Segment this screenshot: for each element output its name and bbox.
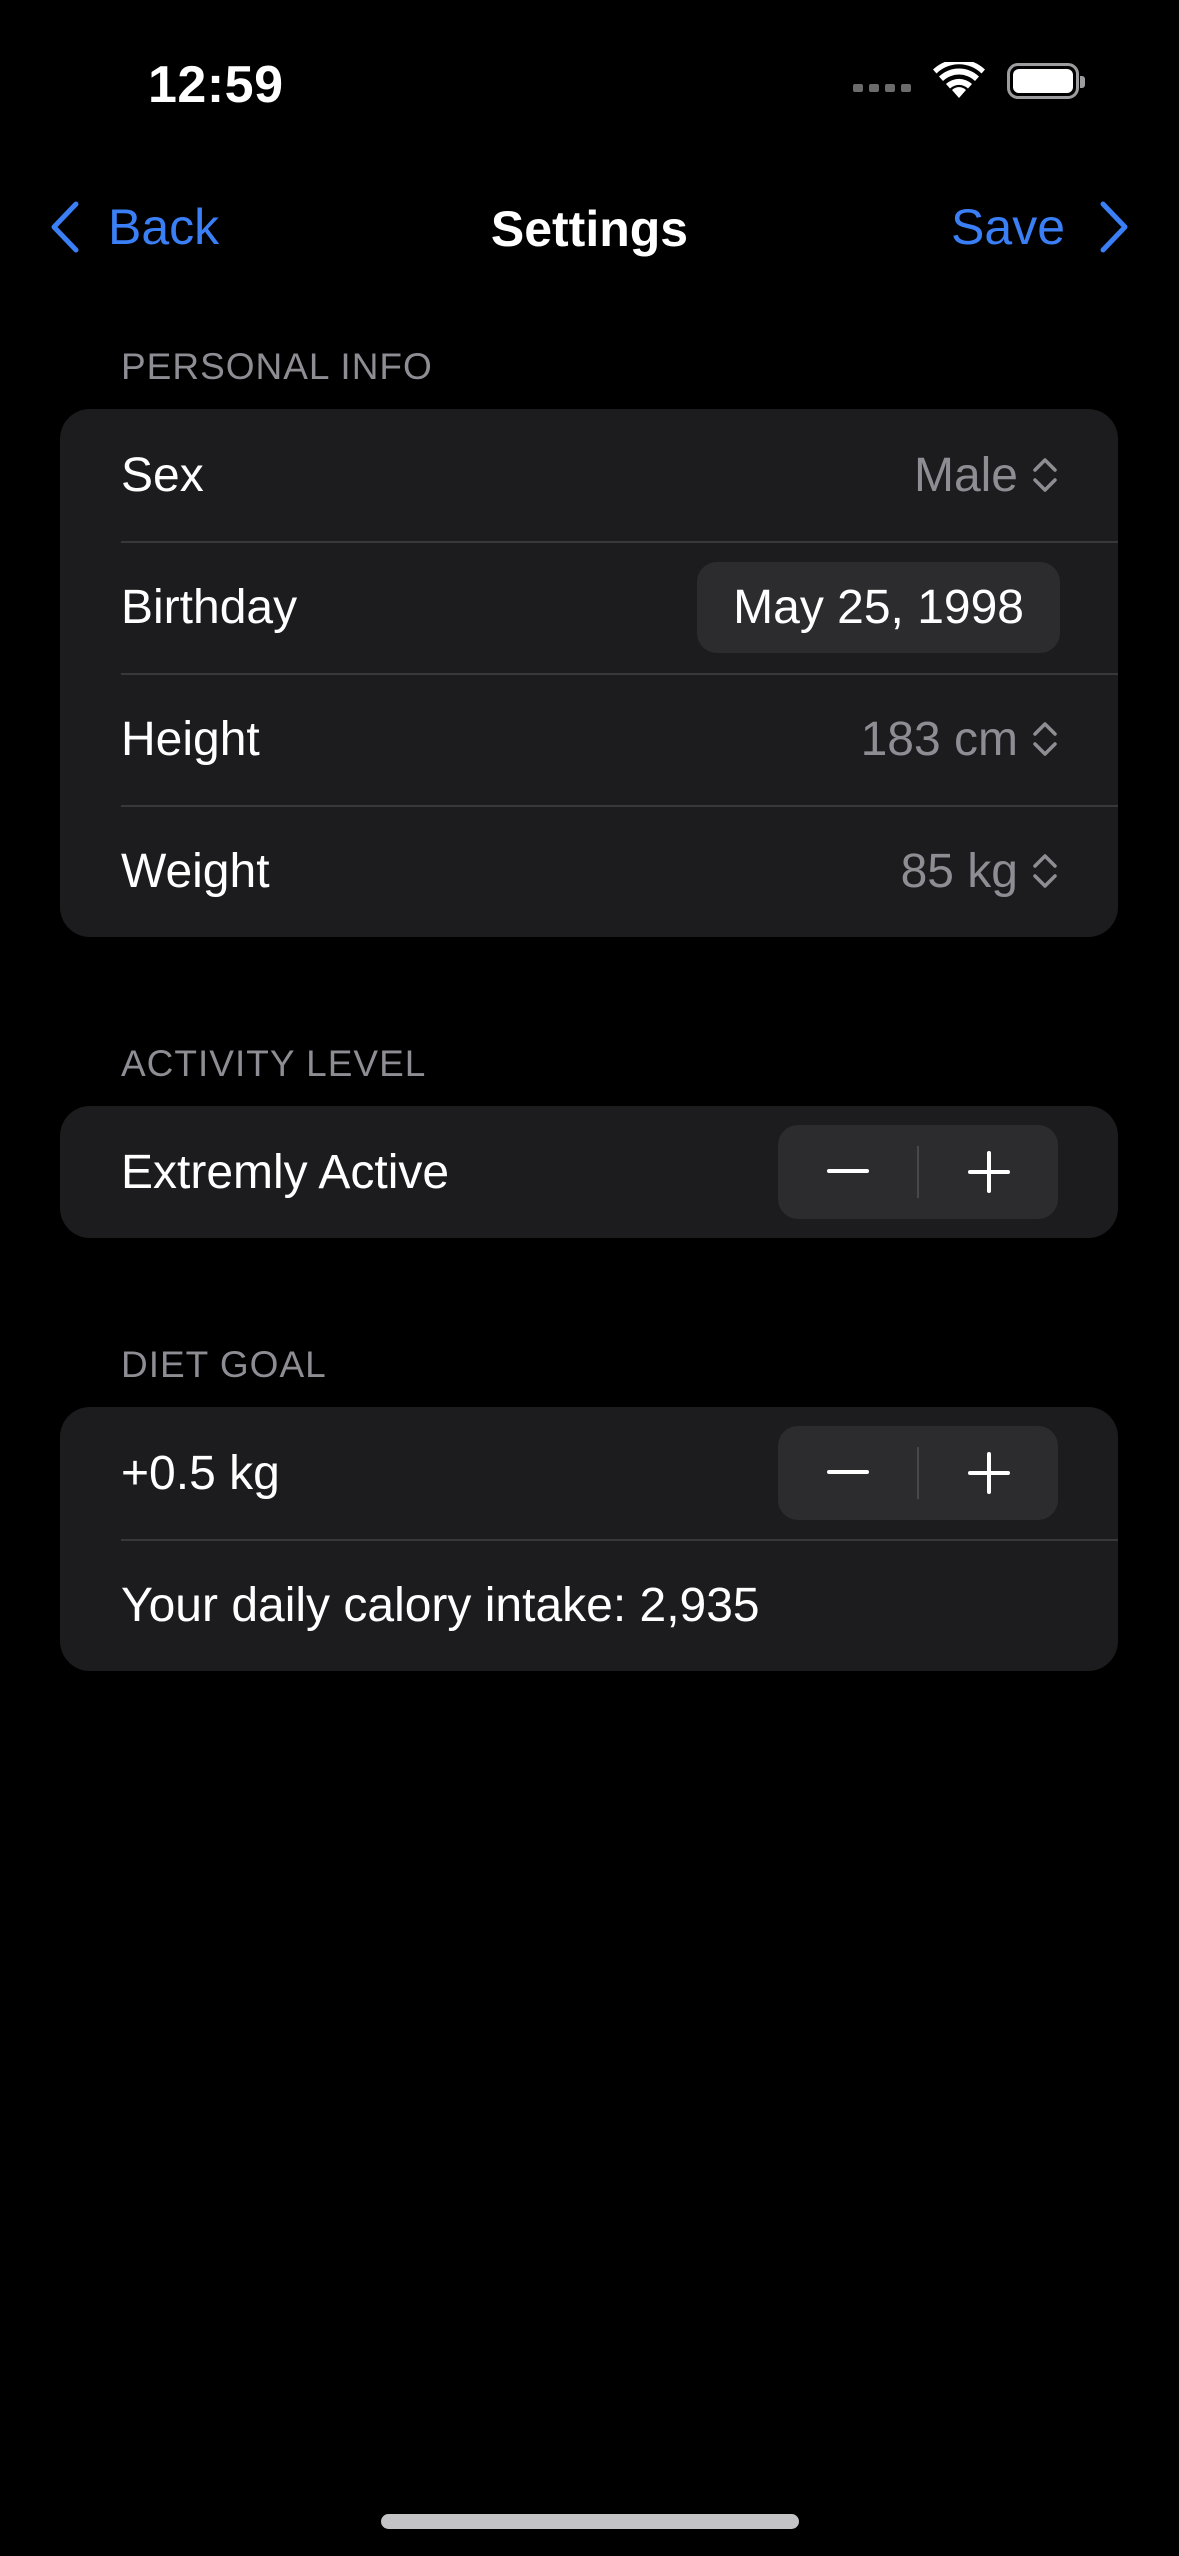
diet-goal-stepper <box>778 1426 1058 1520</box>
activity-level-header: ACTIVITY LEVEL <box>121 1043 427 1084</box>
height-picker[interactable]: 183 cm <box>861 712 1058 767</box>
weight-value: 85 kg <box>900 844 1018 898</box>
activity-level-row: Extremly Active <box>60 1106 1118 1238</box>
activity-level-stepper <box>778 1125 1058 1219</box>
birthday-row: Birthday May 25, 1998 <box>60 541 1118 673</box>
diet-goal-row: +0.5 kg <box>60 1407 1118 1539</box>
save-button[interactable]: Save <box>951 198 1129 256</box>
weight-label: Weight <box>121 844 270 898</box>
chevron-up-down-icon <box>1033 854 1057 888</box>
personal-info-header: PERSONAL INFO <box>121 346 433 387</box>
personal-info-group: Sex Male Birthday May 25, 1998 Height 18… <box>60 409 1118 937</box>
diet-goal-value: +0.5 kg <box>121 1446 280 1500</box>
plus-icon <box>967 1151 1010 1193</box>
diet-goal-increment-button[interactable] <box>919 1426 1058 1520</box>
birthday-label: Birthday <box>121 580 298 634</box>
birthday-date-picker[interactable]: May 25, 1998 <box>697 561 1060 653</box>
navigation-bar: Back Settings Save <box>0 180 1179 276</box>
status-icons <box>853 62 1085 100</box>
minus-icon <box>826 1169 869 1173</box>
minus-icon <box>826 1470 869 1474</box>
chevron-up-down-icon <box>1033 722 1057 756</box>
weight-picker[interactable]: 85 kg <box>901 844 1058 899</box>
weight-row[interactable]: Weight 85 kg <box>60 805 1118 937</box>
sex-picker[interactable]: Male <box>914 448 1058 503</box>
chevron-up-down-icon <box>1033 458 1057 492</box>
height-value: 183 cm <box>860 712 1018 766</box>
activity-decrement-button[interactable] <box>778 1125 917 1219</box>
activity-increment-button[interactable] <box>919 1125 1058 1219</box>
sex-row[interactable]: Sex Male <box>60 409 1118 541</box>
diet-goal-header: DIET GOAL <box>121 1344 327 1385</box>
chevron-right-icon <box>1100 201 1128 253</box>
height-row[interactable]: Height 183 cm <box>60 673 1118 805</box>
activity-level-value: Extremly Active <box>121 1145 450 1199</box>
wifi-icon <box>933 62 985 98</box>
sex-label: Sex <box>121 448 204 502</box>
status-time: 12:59 <box>148 56 284 114</box>
diet-goal-decrement-button[interactable] <box>778 1426 917 1520</box>
save-label: Save <box>951 199 1065 255</box>
diet-goal-group: +0.5 kg Your daily calory intake: 2,935 <box>60 1407 1118 1671</box>
calorie-intake-row: Your daily calory intake: 2,935 <box>60 1539 1118 1671</box>
home-indicator[interactable] <box>381 2514 799 2529</box>
plus-icon <box>967 1452 1010 1494</box>
status-bar: 12:59 <box>0 0 1179 150</box>
sex-value: Male <box>913 448 1018 502</box>
calorie-intake-text: Your daily calory intake: 2,935 <box>121 1578 760 1632</box>
activity-level-group: Extremly Active <box>60 1106 1118 1238</box>
height-label: Height <box>121 712 260 766</box>
battery-icon <box>1007 63 1085 99</box>
cellular-signal-icon <box>853 84 911 92</box>
